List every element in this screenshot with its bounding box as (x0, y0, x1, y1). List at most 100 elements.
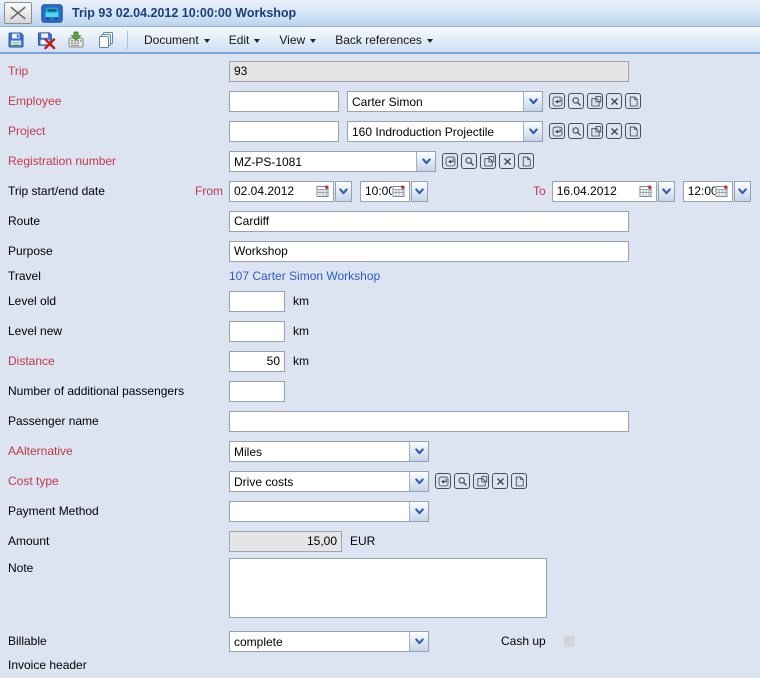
close-icon (6, 4, 30, 22)
registration-combobox[interactable]: MZ-PS-1081 (229, 151, 436, 172)
save-button[interactable] (3, 28, 28, 52)
new-page-icon (627, 95, 640, 108)
registration-clear-button[interactable] (499, 153, 515, 169)
copy-button[interactable] (93, 28, 118, 52)
menu-back-references-label: Back references (335, 33, 422, 47)
passenger-name-label: Passenger name (8, 414, 99, 428)
employee-combobox[interactable]: Carter Simon (347, 91, 543, 112)
row-distance: Distance km (0, 346, 760, 376)
to-time-dropdown-button[interactable] (734, 181, 751, 202)
route-input[interactable] (229, 211, 629, 232)
cost-type-goto-button[interactable] (435, 473, 451, 489)
distance-input[interactable] (229, 351, 285, 372)
cost-type-clear-button[interactable] (492, 473, 508, 489)
row-cost-type: Cost type Drive costs (0, 466, 760, 496)
employee-copy-button[interactable] (587, 93, 603, 109)
project-search-button[interactable] (568, 123, 584, 139)
project-code-input[interactable] (229, 121, 339, 142)
cost-type-label: Cost type (8, 474, 59, 488)
registration-combobox-arrow[interactable] (416, 152, 435, 171)
travel-link[interactable]: 107 Carter Simon Workshop (229, 269, 380, 283)
payment-method-label: Payment Method (8, 504, 99, 518)
to-date-input[interactable] (557, 184, 639, 198)
registration-search-button[interactable] (461, 153, 477, 169)
distance-unit: km (293, 354, 309, 368)
import-button[interactable] (63, 28, 88, 52)
cost-type-combobox-arrow[interactable] (409, 472, 428, 491)
level-old-label: Level old (8, 294, 56, 308)
chevron-down-icon (413, 445, 426, 458)
to-date-field[interactable] (552, 181, 657, 202)
employee-new-button[interactable] (625, 93, 641, 109)
calendar-icon[interactable] (316, 184, 330, 198)
from-date-input[interactable] (234, 184, 316, 198)
billable-combobox-arrow[interactable] (409, 632, 428, 651)
from-time-field[interactable] (360, 181, 410, 202)
cost-type-new-button[interactable] (511, 473, 527, 489)
menu-back-references[interactable]: Back references (328, 30, 440, 50)
search-icon (570, 95, 583, 108)
new-page-icon (627, 125, 640, 138)
level-old-input[interactable] (229, 291, 285, 312)
note-label: Note (8, 561, 33, 575)
chevron-down-icon (427, 39, 433, 43)
employee-label: Employee (8, 94, 61, 108)
note-textarea[interactable] (229, 558, 547, 618)
car-icon (41, 4, 63, 23)
to-time-field[interactable] (683, 181, 733, 202)
employee-combobox-arrow[interactable] (523, 92, 542, 111)
row-route: Route (0, 206, 760, 236)
employee-search-button[interactable] (568, 93, 584, 109)
route-label: Route (8, 214, 40, 228)
calendar-icon[interactable] (392, 184, 406, 198)
menu-edit[interactable]: Edit (222, 30, 268, 50)
close-button[interactable] (4, 2, 32, 24)
project-new-button[interactable] (625, 123, 641, 139)
to-time-input[interactable] (688, 184, 715, 198)
passenger-name-input[interactable] (229, 411, 629, 432)
registration-new-button[interactable] (518, 153, 534, 169)
level-new-input[interactable] (229, 321, 285, 342)
cost-type-search-button[interactable] (454, 473, 470, 489)
billable-combobox[interactable]: complete (229, 631, 429, 652)
registration-goto-button[interactable] (442, 153, 458, 169)
row-purpose: Purpose (0, 236, 760, 266)
chevron-down-icon (254, 39, 260, 43)
registration-copy-button[interactable] (480, 153, 496, 169)
alternative-combobox-arrow[interactable] (409, 442, 428, 461)
goto-icon (444, 155, 457, 168)
from-time-input[interactable] (365, 184, 392, 198)
to-date-dropdown-button[interactable] (658, 181, 675, 202)
cash-up-checkbox[interactable] (564, 636, 575, 647)
project-clear-button[interactable] (606, 123, 622, 139)
payment-method-combobox-arrow[interactable] (409, 502, 428, 521)
payment-method-combobox[interactable] (229, 501, 429, 522)
calendar-icon[interactable] (715, 184, 729, 198)
distance-label: Distance (8, 354, 55, 368)
delete-record-button[interactable] (33, 28, 58, 52)
cost-type-combobox[interactable]: Drive costs (229, 471, 429, 492)
project-copy-button[interactable] (587, 123, 603, 139)
alternative-combobox[interactable]: Miles (229, 441, 429, 462)
registration-label: Registration number (8, 154, 116, 168)
from-date-field[interactable] (229, 181, 334, 202)
toolbar: Document Edit View Back references (0, 27, 760, 54)
project-combobox-arrow[interactable] (523, 122, 542, 141)
from-time-dropdown-button[interactable] (411, 181, 428, 202)
employee-code-input[interactable] (229, 91, 339, 112)
menu-document[interactable]: Document (137, 30, 217, 50)
goto-icon (551, 125, 564, 138)
purpose-input[interactable] (229, 241, 629, 262)
billable-combobox-value: complete (230, 632, 409, 651)
from-date-dropdown-button[interactable] (335, 181, 352, 202)
additional-passengers-input[interactable] (229, 381, 285, 402)
employee-clear-button[interactable] (606, 93, 622, 109)
calendar-icon[interactable] (639, 184, 653, 198)
employee-goto-button[interactable] (549, 93, 565, 109)
row-amount: Amount EUR (0, 526, 760, 556)
project-combobox[interactable]: 160 Indroduction Projectile (347, 121, 543, 142)
project-goto-button[interactable] (549, 123, 565, 139)
cost-type-copy-button[interactable] (473, 473, 489, 489)
payment-method-combobox-value (230, 502, 409, 521)
menu-view[interactable]: View (272, 30, 323, 50)
